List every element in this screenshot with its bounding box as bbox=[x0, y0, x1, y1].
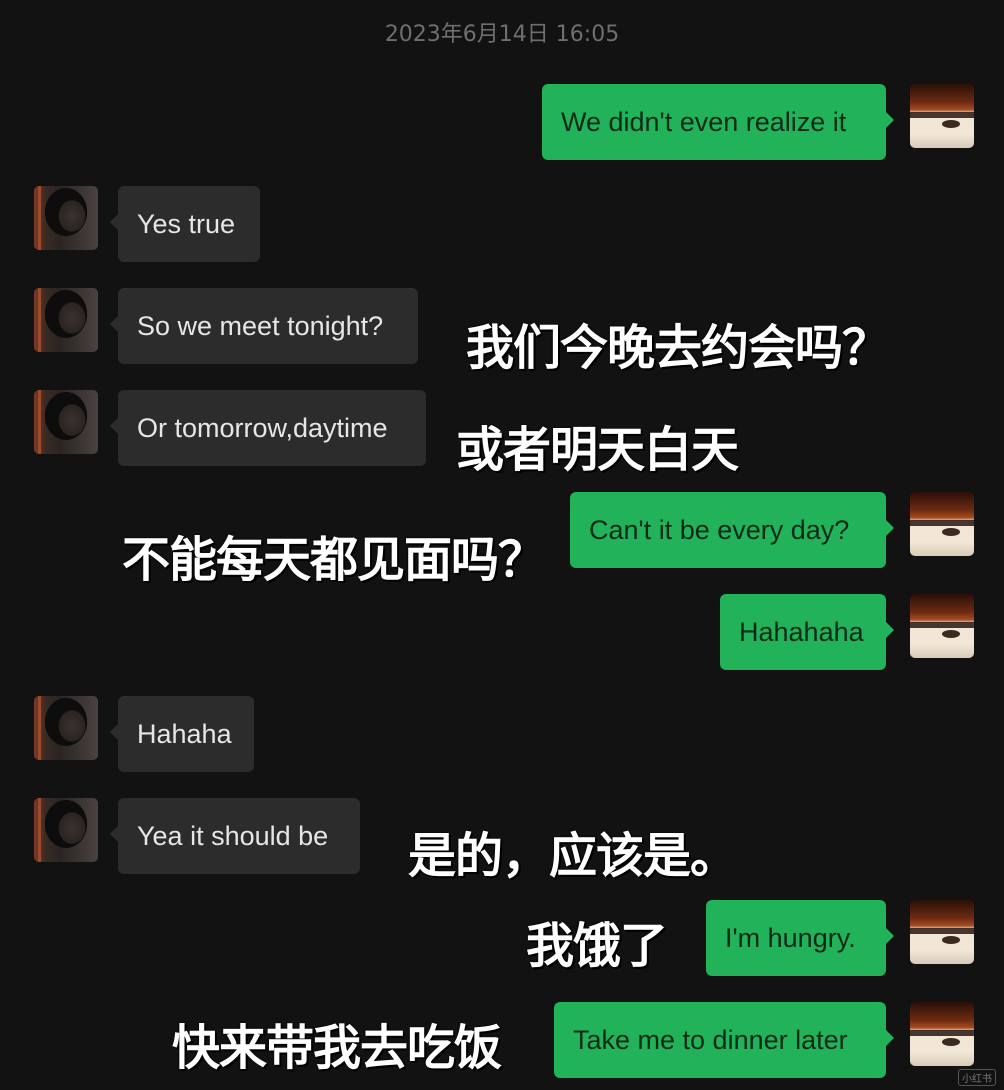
message-bubble-incoming[interactable]: So we meet tonight? bbox=[110, 288, 418, 364]
translation-caption: 是的，应该是。 bbox=[408, 828, 738, 884]
translation-caption: 或者明天白天 bbox=[456, 422, 739, 478]
contact-avatar[interactable] bbox=[34, 798, 98, 862]
my-avatar[interactable] bbox=[910, 492, 974, 556]
my-avatar[interactable] bbox=[910, 84, 974, 148]
translation-caption: 我饿了 bbox=[526, 918, 668, 974]
message-bubble-outgoing[interactable]: We didn't even realize it bbox=[542, 84, 894, 160]
my-avatar[interactable] bbox=[910, 1002, 974, 1066]
translation-caption: 不能每天都见面吗？ bbox=[122, 532, 546, 588]
contact-avatar[interactable] bbox=[34, 186, 98, 250]
contact-avatar[interactable] bbox=[34, 696, 98, 760]
message-bubble-incoming[interactable]: Yea it should be bbox=[110, 798, 360, 874]
message-bubble-outgoing[interactable]: Hahahaha bbox=[720, 594, 894, 670]
my-avatar[interactable] bbox=[910, 594, 974, 658]
contact-avatar[interactable] bbox=[34, 288, 98, 352]
my-avatar[interactable] bbox=[910, 900, 974, 964]
message-bubble-outgoing[interactable]: Can't it be every day? bbox=[570, 492, 894, 568]
contact-avatar[interactable] bbox=[34, 390, 98, 454]
watermark-logo: 小红书 bbox=[958, 1069, 996, 1086]
translation-caption: 我们今晚去约会吗？ bbox=[466, 320, 890, 376]
translation-caption: 快来带我去吃饭 bbox=[172, 1020, 502, 1076]
message-bubble-incoming[interactable]: Hahaha bbox=[110, 696, 254, 772]
message-bubble-outgoing[interactable]: Take me to dinner later bbox=[554, 1002, 894, 1078]
chat-timestamp: 2023年6月14日 16:05 bbox=[384, 22, 620, 47]
message-bubble-outgoing[interactable]: I'm hungry. bbox=[706, 900, 894, 976]
message-bubble-incoming[interactable]: Or tomorrow,daytime bbox=[110, 390, 426, 466]
message-bubble-incoming[interactable]: Yes true bbox=[110, 186, 260, 262]
